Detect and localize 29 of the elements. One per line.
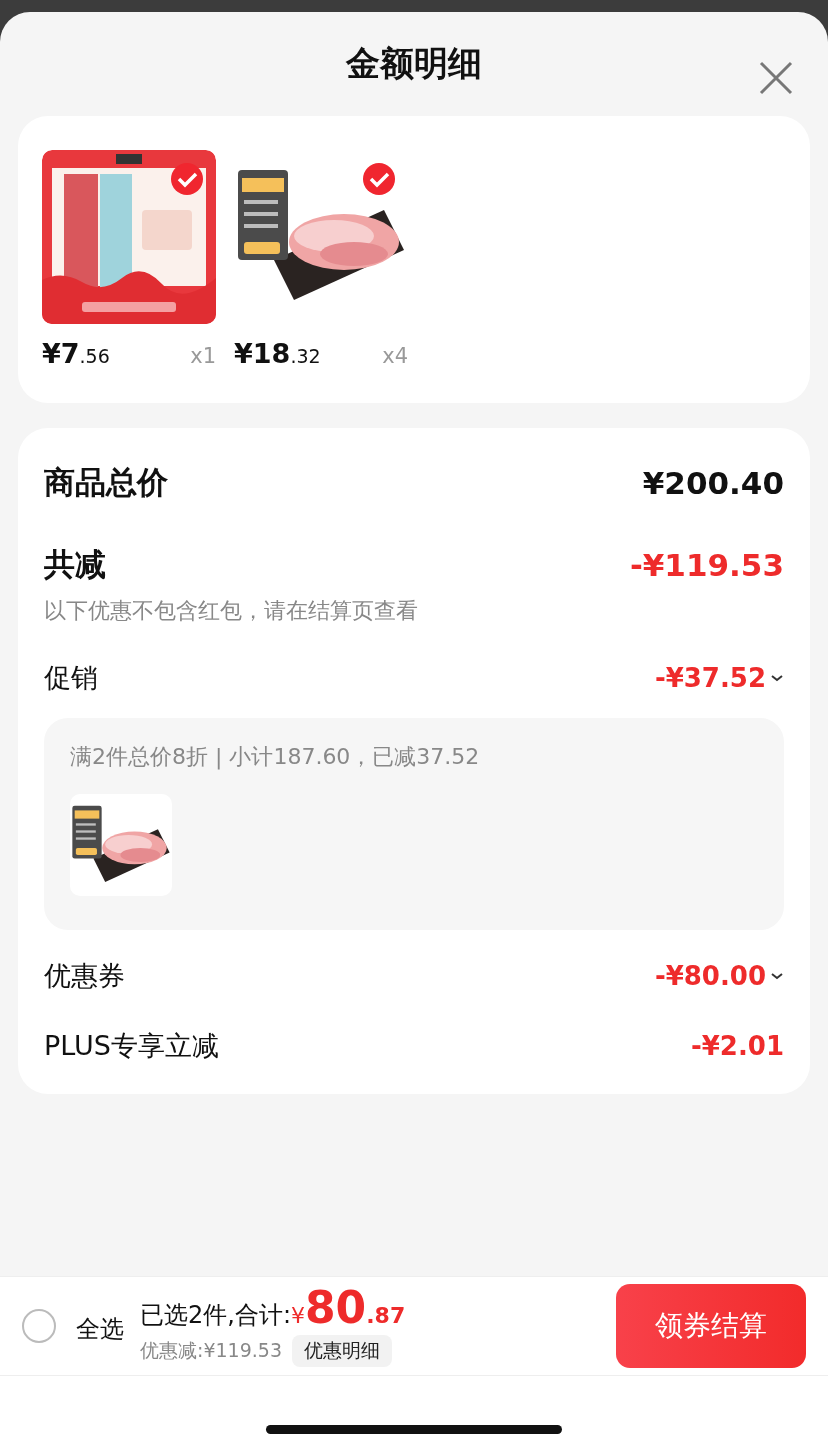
total-label: 商品总价	[44, 463, 168, 502]
order-total: ¥80.87	[291, 1285, 406, 1330]
close-button[interactable]	[758, 60, 794, 96]
discount-label: 促销	[44, 661, 98, 695]
checkbox-icon[interactable]	[362, 162, 396, 196]
discount-label: 优惠券	[44, 959, 125, 993]
reduction-amount: -¥119.53	[629, 547, 784, 583]
chevron-down-icon[interactable]	[770, 971, 784, 981]
total-amount: ¥200.40	[642, 465, 784, 501]
discount-amount: -¥2.01	[690, 1031, 784, 1061]
reduction-label: 共减	[44, 545, 106, 584]
promotion-text: 满2件总价8折 | 小计187.60，已减37.52	[70, 743, 481, 772]
saving-amount: 优惠减:¥119.53	[140, 1337, 282, 1363]
item-price: ¥18.32	[234, 338, 321, 369]
discount-label: PLUS专享立减	[44, 1029, 219, 1063]
checkout-button[interactable]: 领券结算	[616, 1284, 806, 1368]
select-all-checkbox[interactable]	[22, 1309, 56, 1343]
reduction-note: 以下优惠不包含红包，请在结算页查看	[44, 597, 419, 625]
discount-details-button[interactable]: 优惠明细	[292, 1334, 392, 1367]
sheet-title: 金额明细	[346, 42, 482, 85]
discount-amount[interactable]: -¥80.00	[654, 961, 766, 991]
item-quantity: x4	[382, 344, 408, 368]
selection-summary: 已选2件,合计:	[140, 1299, 291, 1331]
chevron-down-icon[interactable]	[770, 673, 784, 683]
select-all-label: 全选	[76, 1314, 124, 1345]
checkbox-icon[interactable]	[170, 162, 204, 196]
discount-amount[interactable]: -¥37.52	[654, 663, 766, 693]
item-quantity: x1	[190, 344, 216, 368]
item-price: ¥7.56	[42, 338, 110, 369]
